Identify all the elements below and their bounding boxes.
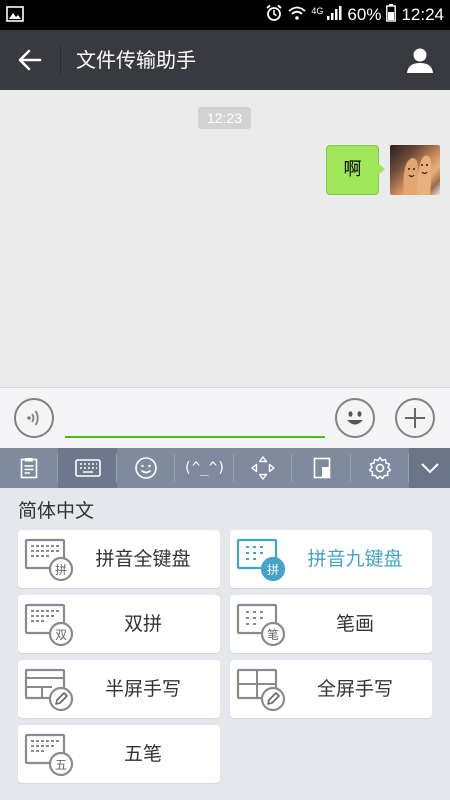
badge-text: 拼 <box>55 563 67 577</box>
battery-icon <box>386 4 397 26</box>
clock: 12:24 <box>401 5 444 24</box>
more-button[interactable] <box>395 398 435 438</box>
message-bubble[interactable]: 啊 <box>326 145 379 195</box>
option-label: 双拼 <box>123 613 162 635</box>
battery-percent: 60% <box>347 5 382 24</box>
full-screen-handwriting-option[interactable]: 全屏手写 <box>230 660 432 718</box>
chat-area[interactable]: 12:23 啊 <box>0 90 450 387</box>
gallery-notification-icon <box>6 6 24 22</box>
input-bar <box>0 387 450 448</box>
network-type: 4G <box>311 6 324 16</box>
chat-info-button[interactable] <box>404 44 436 76</box>
keyboard-stroke-badge-icon: 笔 <box>236 603 286 647</box>
cursor-move-button[interactable] <box>234 448 292 488</box>
one-hand-mode-button[interactable] <box>292 448 351 488</box>
collapse-keyboard-button[interactable] <box>409 448 450 488</box>
badge-text: 笔 <box>267 627 279 642</box>
page-title: 文件传输助手 <box>76 48 196 72</box>
smiley-icon <box>135 457 157 479</box>
title-bar: 文件传输助手 <box>0 30 450 90</box>
plus-icon <box>405 408 425 428</box>
settings-icon <box>368 456 392 480</box>
handwriting-half-icon <box>24 668 74 712</box>
status-bar: 4G 60% 12:24 <box>0 0 450 30</box>
title-divider <box>60 46 61 74</box>
voice-icon <box>27 410 39 426</box>
alarm-icon <box>265 4 283 26</box>
badge-text: 五 <box>55 758 67 772</box>
keyboard-shuang-badge-icon: 双 <box>24 603 74 647</box>
keyboard-pin-badge-icon: 拼 <box>236 538 286 582</box>
handwriting-full-icon <box>236 668 286 712</box>
half-screen-handwriting-option[interactable]: 半屏手写 <box>18 660 220 718</box>
one-hand-icon <box>313 457 330 479</box>
option-label: 五笔 <box>123 743 162 765</box>
shuangpin-option[interactable]: 双 双拼 <box>18 595 220 653</box>
option-label: 半屏手写 <box>104 678 181 700</box>
chevron-down-icon <box>420 463 439 474</box>
pinyin-nine-key-option[interactable]: 拼 拼音九键盘 <box>230 530 432 588</box>
back-arrow-icon <box>18 49 42 71</box>
kaomoji-label: (^_^) <box>183 460 226 476</box>
bubble-tail <box>378 163 385 175</box>
badge-text: 双 <box>55 628 67 642</box>
wifi-icon <box>288 5 306 25</box>
emoji-button[interactable] <box>335 398 375 438</box>
message-timestamp: 12:23 <box>198 107 251 129</box>
cursor-move-icon <box>251 456 275 480</box>
kaomoji-button[interactable]: (^_^) <box>175 448 234 488</box>
signal-icon <box>326 5 342 25</box>
avatar[interactable] <box>390 145 440 195</box>
settings-button[interactable] <box>351 448 409 488</box>
option-label: 笔画 <box>335 613 374 635</box>
voice-button[interactable] <box>14 398 54 438</box>
badge-text: 拼 <box>267 563 279 577</box>
wubi-option[interactable]: 五 五笔 <box>18 725 220 783</box>
keyboard-wu-badge-icon: 五 <box>24 733 74 777</box>
message-input[interactable] <box>65 400 325 438</box>
smiley-icon <box>347 411 363 425</box>
keyboard-toolbar: (^_^) <box>0 448 450 488</box>
keyboard-layout-panel: 简体中文 拼 拼音全键盘 拼 拼音九键盘 双 双拼 笔 笔画 半屏手写 全屏手写… <box>0 488 450 800</box>
pinyin-full-keyboard-option[interactable]: 拼 拼音全键盘 <box>18 530 220 588</box>
language-heading: 简体中文 <box>18 500 95 522</box>
option-label: 拼音九键盘 <box>307 548 403 570</box>
back-button[interactable] <box>14 44 46 76</box>
keyboard-pin-badge-icon: 拼 <box>24 538 74 582</box>
clipboard-icon <box>20 458 38 479</box>
keyboard-icon <box>74 459 101 477</box>
keyboard-switch-button[interactable] <box>58 448 117 488</box>
option-label: 全屏手写 <box>316 678 393 700</box>
stroke-option[interactable]: 笔 笔画 <box>230 595 432 653</box>
option-label: 拼音全键盘 <box>95 548 191 570</box>
emoji-panel-button[interactable] <box>117 448 175 488</box>
clipboard-button[interactable] <box>0 448 58 488</box>
person-icon <box>407 48 433 73</box>
